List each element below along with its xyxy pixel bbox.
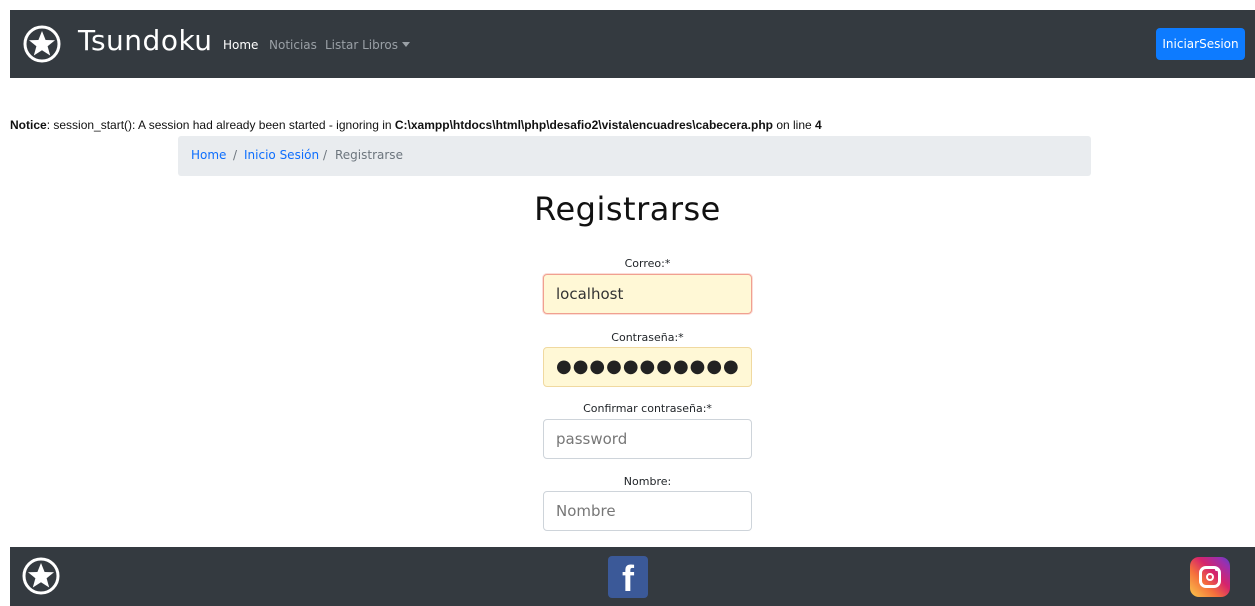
nav-noticias[interactable]: Noticias [269,38,317,52]
breadcrumb-home[interactable]: Home [191,148,226,162]
name-label: Nombre: [623,475,672,488]
breadcrumb-registrarse: Registrarse [335,148,403,162]
notice-suffix: on line [773,118,816,132]
instagram-flash [1215,568,1218,571]
breadcrumb-separator: / [323,148,328,162]
notice-path: C:\xampp\htdocs\html\php\desafio2\vista\… [394,118,773,132]
nav-home[interactable]: Home [223,38,258,52]
login-button[interactable]: IniciarSesion [1156,28,1245,60]
star-logo-icon[interactable] [23,25,61,63]
confirm-password-label: Confirmar contraseña:* [583,402,712,415]
notice-line: 4 [815,118,822,132]
breadcrumb: Home / Inicio Sesión / Registrarse [178,136,1091,176]
top-navbar: Tsundoku Home Noticias Listar Libros Ini… [10,10,1255,78]
password-field[interactable]: ●●●●●●●●●●● [543,347,752,387]
confirm-password-field[interactable] [543,419,752,459]
footer: f [10,547,1255,606]
name-field[interactable] [543,491,752,531]
facebook-icon[interactable]: f [608,556,648,599]
notice-prefix: Notice [10,118,47,132]
notice-message: : session_start(): A session had already… [46,118,395,132]
instagram-icon[interactable] [1190,557,1230,597]
page-title: Registrarse [534,190,721,228]
facebook-glyph: f [622,558,634,599]
email-label: Correo:* [624,257,671,270]
brand-title[interactable]: Tsundoku [78,24,213,57]
breadcrumb-separator: / [233,148,238,162]
nav-listar-libros[interactable]: Listar Libros [325,38,410,52]
star-logo-icon[interactable] [22,557,60,595]
nav-listar-libros-label: Listar Libros [325,38,398,52]
php-notice: Notice: session_start(): A session had a… [10,118,822,132]
password-label: Contraseña:* [611,331,684,344]
dropdown-caret-icon [401,42,410,47]
breadcrumb-inicio-sesion[interactable]: Inicio Sesión [244,148,319,162]
instagram-lens [1206,573,1214,581]
email-field[interactable] [543,274,752,314]
